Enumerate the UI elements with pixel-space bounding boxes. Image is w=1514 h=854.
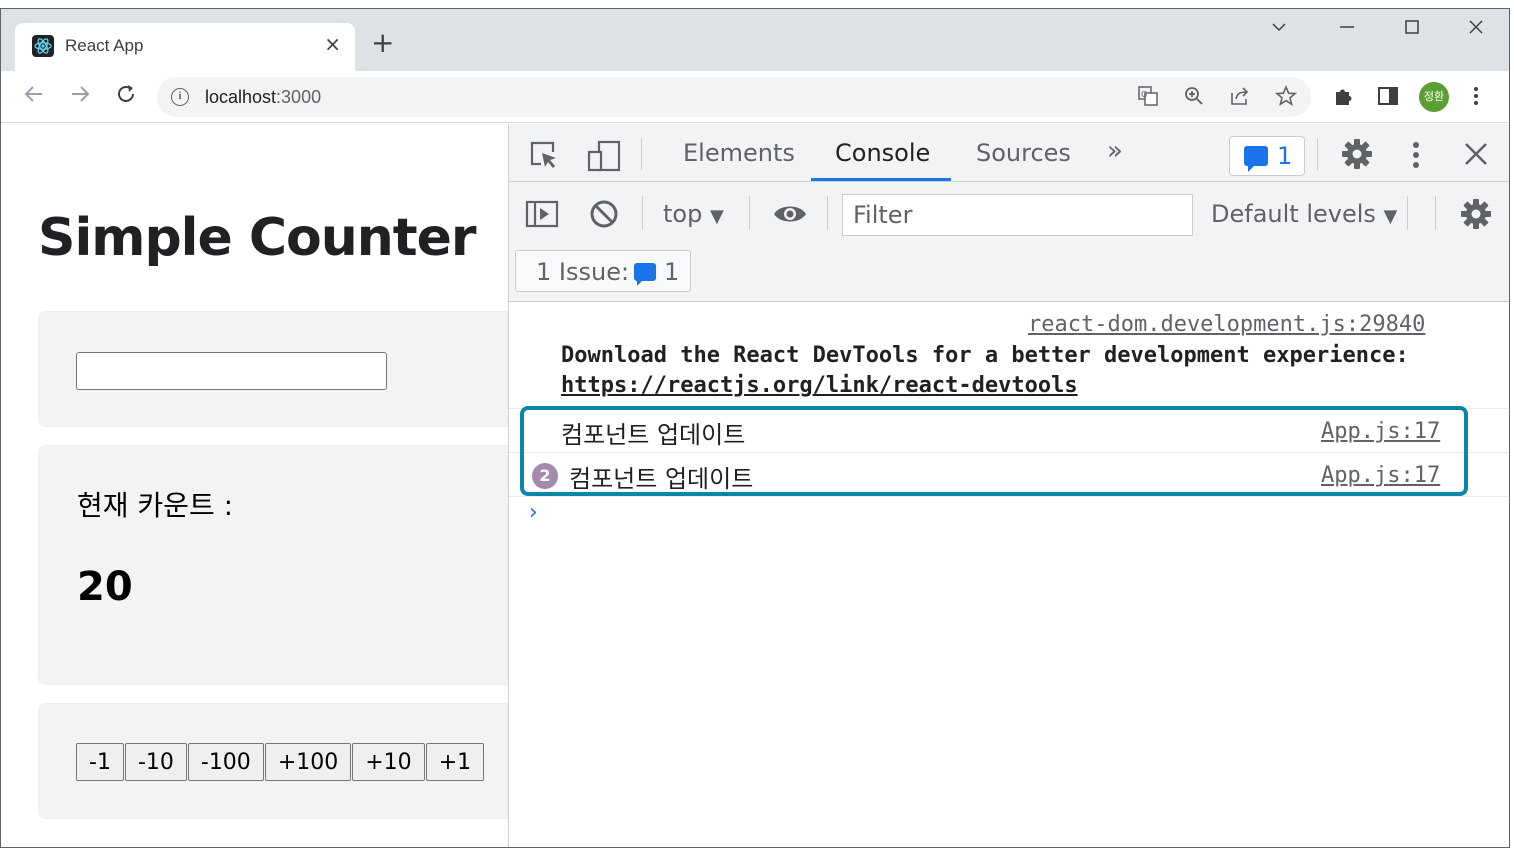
live-expression-eye-icon[interactable] <box>772 202 808 231</box>
new-tab-button[interactable]: + <box>371 29 394 57</box>
console-message: Download the React DevTools for a better… <box>561 343 1409 368</box>
maximize-icon[interactable] <box>1404 19 1420 40</box>
zoom-icon[interactable] <box>1183 85 1205 112</box>
tab-sources[interactable]: Sources <box>976 139 1071 167</box>
inspect-element-icon[interactable] <box>529 140 559 175</box>
devtools-menu-kebab-icon[interactable] <box>1411 140 1421 175</box>
count-card: 현재 카운트 : 20 <box>38 445 508 685</box>
separator <box>1435 196 1436 230</box>
issues-counter-button[interactable]: 1 <box>1229 136 1305 176</box>
log-levels-label: Default levels <box>1211 200 1376 228</box>
more-tabs-icon[interactable]: » <box>1107 136 1123 166</box>
issue-count: 1 <box>664 258 680 286</box>
reload-icon[interactable] <box>115 83 137 110</box>
extensions-icon[interactable] <box>1332 85 1354 110</box>
issues-count: 1 <box>1277 142 1293 170</box>
profile-avatar[interactable]: 정환 <box>1419 82 1449 112</box>
active-tab-indicator <box>811 178 951 181</box>
console-toolbar: top ▼ Default levels ▼ <box>509 182 1509 244</box>
row-divider <box>509 496 1509 497</box>
device-toolbar-icon[interactable] <box>587 140 621 177</box>
svg-text:G: G <box>1141 90 1147 99</box>
site-info-icon[interactable]: i <box>171 88 189 106</box>
buttons-card: -1 -10 -100 +100 +10 +1 <box>38 703 508 819</box>
minus-100-button[interactable]: -100 <box>187 743 264 781</box>
bookmark-star-icon[interactable] <box>1274 84 1298 112</box>
issues-message-icon <box>1244 146 1268 172</box>
separator <box>827 196 828 230</box>
separator <box>1407 196 1408 230</box>
source-link-react-dom[interactable]: react-dom.development.js:29840 <box>1028 312 1425 337</box>
url-host: localhost <box>205 87 277 107</box>
react-favicon-icon <box>32 35 54 57</box>
issues-chip-button[interactable]: 1 Issue: 1 <box>515 250 691 292</box>
clear-console-icon[interactable] <box>589 199 619 234</box>
issues-bar: 1 Issue: 1 <box>509 244 1509 302</box>
devtools-tabbar: Elements Console Sources » 1 <box>509 124 1509 182</box>
separator <box>642 196 643 230</box>
plus-1-button[interactable]: +1 <box>425 743 485 781</box>
tab-elements[interactable]: Elements <box>683 139 795 167</box>
tab-console[interactable]: Console <box>835 139 930 167</box>
share-icon[interactable] <box>1229 85 1251 112</box>
translate-icon[interactable]: G <box>1137 85 1159 112</box>
levels-dropdown-icon: ▼ <box>1383 206 1398 227</box>
count-label: 현재 카운트 : <box>77 489 234 522</box>
input-card <box>38 311 508 427</box>
browser-tab[interactable]: React App × <box>15 23 355 71</box>
minimize-icon[interactable] <box>1339 19 1355 40</box>
console-prompt-icon[interactable]: › <box>529 500 538 525</box>
tab-search-dropdown-icon[interactable] <box>1271 19 1287 40</box>
url-text: localhost:3000 <box>205 87 321 108</box>
tab-close-icon[interactable]: × <box>324 32 341 56</box>
minus-10-button[interactable]: -10 <box>124 743 187 781</box>
tab-strip: React App × + <box>1 9 1509 71</box>
browser-toolbar: i localhost:3000 G <box>1 71 1509 123</box>
count-value: 20 <box>77 564 133 610</box>
counter-button-group: -1 -10 -100 +100 +10 +1 <box>76 743 485 781</box>
window-close-icon[interactable] <box>1468 19 1484 40</box>
filter-input[interactable] <box>843 195 1192 235</box>
devtools-panel: Elements Console Sources » 1 top ▼ Filte… <box>508 124 1509 847</box>
devtools-url-link[interactable]: https://reactjs.org/link/react-devtools <box>561 373 1078 398</box>
menu-kebab-icon[interactable] <box>1471 85 1481 110</box>
close-devtools-icon[interactable] <box>1464 142 1488 171</box>
settings-gear-icon[interactable] <box>1341 138 1373 175</box>
highlight-box <box>520 406 1468 496</box>
context-label: top <box>663 200 703 228</box>
separator <box>1317 138 1318 170</box>
plus-100-button[interactable]: +100 <box>264 743 352 781</box>
forward-icon[interactable] <box>69 83 91 110</box>
side-panel-icon[interactable] <box>1377 85 1399 110</box>
tab-title: React App <box>65 36 144 55</box>
issue-label: 1 Issue: <box>536 258 630 286</box>
plus-10-button[interactable]: +10 <box>352 743 425 781</box>
address-bar[interactable]: i localhost:3000 G <box>157 77 1311 117</box>
minus-1-button[interactable]: -1 <box>76 743 124 781</box>
issue-message-icon <box>634 263 656 286</box>
separator <box>641 138 642 170</box>
log-levels-dropdown[interactable]: Default levels ▼ <box>1211 200 1397 228</box>
counter-input[interactable] <box>76 352 387 390</box>
separator <box>749 196 750 230</box>
show-sidebar-icon[interactable] <box>525 200 559 233</box>
browser-window: React App × + i localhost:3000 G 정환 Simp… <box>0 8 1510 848</box>
console-filter[interactable] <box>842 194 1193 236</box>
context-selector[interactable]: top ▼ <box>663 200 724 228</box>
url-port: :3000 <box>276 87 322 107</box>
back-icon[interactable] <box>23 83 45 110</box>
page-viewport: Simple Counter 현재 카운트 : 20 -1 -10 -100 +… <box>1 124 508 847</box>
context-dropdown-icon: ▼ <box>709 206 724 227</box>
console-settings-gear-icon[interactable] <box>1460 198 1492 235</box>
page-title: Simple Counter <box>38 208 477 268</box>
